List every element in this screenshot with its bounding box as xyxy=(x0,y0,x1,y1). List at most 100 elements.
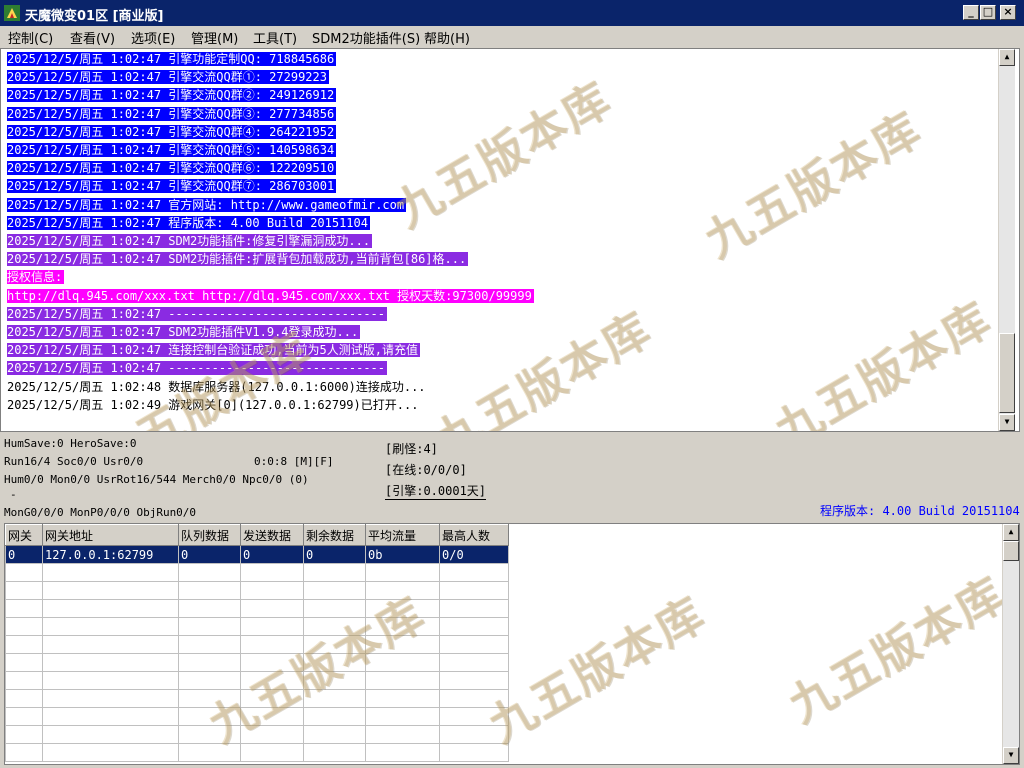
log-line: 2025/12/5/周五 1:02:47 引擎交流QQ群⑤: 140598634 xyxy=(7,141,337,159)
table-row-empty[interactable] xyxy=(5,599,509,618)
menu-sdm2-plugin[interactable]: SDM2功能插件(S) xyxy=(309,28,423,47)
table-cell xyxy=(439,599,509,618)
title-bar[interactable]: 天魔微变01区 [商业版] _ □ × xyxy=(0,0,1024,26)
table-cell xyxy=(178,671,241,690)
scroll-up-arrow-icon[interactable]: ▲ xyxy=(999,49,1015,66)
table-cell xyxy=(365,563,440,582)
table-row-empty[interactable] xyxy=(5,653,509,672)
table-cell: 0b xyxy=(365,545,440,564)
menu-control[interactable]: 控制(C) xyxy=(5,28,56,47)
log-scrollbar[interactable]: ▲ ▼ xyxy=(998,49,1015,431)
table-cell xyxy=(5,689,43,708)
log-line: 2025/12/5/周五 1:02:47 引擎交流QQ群③: 277734856 xyxy=(7,105,337,123)
grid-scrollbar[interactable]: ▲ ▼ xyxy=(1002,524,1019,764)
col-max-users[interactable]: 最高人数 xyxy=(439,524,509,546)
status-hum: Hum0/0 Mon0/0 UsrRot16/544 Merch0/0 Npc0… xyxy=(4,473,309,486)
status-online: [在线:0/0/0] xyxy=(385,463,467,477)
log-line: 2025/12/5/周五 1:02:47 SDM2功能插件V1.9.4登录成功.… xyxy=(7,323,361,341)
table-cell xyxy=(42,743,179,762)
scroll-thumb[interactable] xyxy=(999,333,1015,413)
gateway-grid[interactable]: 网关 网关地址 队列数据 发送数据 剩余数据 平均流量 最高人数 0 127.0.… xyxy=(4,523,1020,765)
table-cell xyxy=(42,563,179,582)
log-line-text: 2025/12/5/周五 1:02:47 SDM2功能插件:扩展背包加载成功,当… xyxy=(7,252,469,267)
log-line-text: 2025/12/5/周五 1:02:47 官方网站: http://www.ga… xyxy=(7,197,407,212)
table-cell xyxy=(42,599,179,618)
table-cell xyxy=(365,599,440,618)
log-panel[interactable]: 2025/12/5/周五 1:02:47 引擎功能定制QQ: 718845686… xyxy=(0,48,1020,432)
table-cell: 0 xyxy=(303,545,366,564)
col-gateway[interactable]: 网关 xyxy=(5,524,43,546)
log-line-text: http://dlq.945.com/xxx.txt http://dlq.94… xyxy=(7,288,534,303)
col-avg-traffic[interactable]: 平均流量 xyxy=(365,524,440,546)
table-cell xyxy=(42,635,179,654)
status-run: Run16/4 Soc0/0 Usr0/0 xyxy=(4,455,144,468)
table-cell xyxy=(303,617,366,636)
log-line: 2025/12/5/周五 1:02:47 连接控制台验证成功,当前为5人测试版,… xyxy=(7,341,420,359)
table-cell xyxy=(5,581,43,600)
table-row[interactable]: 0 127.0.0.1:62799 0 0 0 0b 0/0 xyxy=(5,545,509,564)
table-row-empty[interactable] xyxy=(5,563,509,582)
menu-help[interactable]: 帮助(H) xyxy=(421,28,473,47)
watermark-logo: 九五版本库 xyxy=(765,291,1000,432)
table-cell xyxy=(303,707,366,726)
log-line: 2025/12/5/周五 1:02:49 游戏网关[0](127.0.0.1:6… xyxy=(7,396,420,414)
col-queue[interactable]: 队列数据 xyxy=(178,524,241,546)
status-panel: HumSave:0 HeroSave:0 Run16/4 Soc0/0 Usr0… xyxy=(0,432,1024,522)
log-line: 2025/12/5/周五 1:02:47 官方网站: http://www.ga… xyxy=(7,196,407,214)
col-address[interactable]: 网关地址 xyxy=(42,524,179,546)
table-row-empty[interactable] xyxy=(5,581,509,600)
table-cell xyxy=(178,707,241,726)
minimize-button[interactable]: _ xyxy=(963,5,979,20)
log-line-text: 2025/12/5/周五 1:02:47 引擎交流QQ群④: 264221952 xyxy=(7,124,337,139)
menu-tools[interactable]: 工具(T) xyxy=(250,28,300,47)
log-line-text: 2025/12/5/周五 1:02:48 数据库服务器(127.0.0.1:60… xyxy=(7,379,426,394)
table-cell xyxy=(439,581,509,600)
log-line: 2025/12/5/周五 1:02:47 引擎交流QQ群⑦: 286703001 xyxy=(7,177,337,195)
scroll-up-arrow-icon[interactable]: ▲ xyxy=(1003,524,1019,541)
gateway-table: 网关 网关地址 队列数据 发送数据 剩余数据 平均流量 最高人数 0 127.0.… xyxy=(5,524,509,762)
col-remaining[interactable]: 剩余数据 xyxy=(303,524,366,546)
log-line-text: 2025/12/5/周五 1:02:47 SDM2功能插件:修复引擎漏洞成功..… xyxy=(7,234,373,248)
table-cell xyxy=(178,563,241,582)
table-cell: 0 xyxy=(240,545,304,564)
table-cell xyxy=(439,707,509,726)
scroll-thumb[interactable] xyxy=(1003,541,1019,561)
menu-options[interactable]: 选项(E) xyxy=(128,28,178,47)
col-sent[interactable]: 发送数据 xyxy=(240,524,304,546)
status-humsave: HumSave:0 HeroSave:0 xyxy=(4,437,137,450)
table-row-empty[interactable] xyxy=(5,689,509,708)
maximize-button[interactable]: □ xyxy=(980,5,996,20)
table-cell xyxy=(439,725,509,744)
table-cell xyxy=(240,599,304,618)
menu-manage[interactable]: 管理(M) xyxy=(188,28,241,47)
table-cell xyxy=(303,743,366,762)
table-cell xyxy=(365,617,440,636)
status-refresh: [刷怪:4] xyxy=(385,442,438,456)
table-cell xyxy=(365,707,440,726)
menu-view[interactable]: 查看(V) xyxy=(67,28,118,47)
table-cell xyxy=(240,743,304,762)
table-cell xyxy=(178,635,241,654)
table-cell xyxy=(42,581,179,600)
table-row-empty[interactable] xyxy=(5,635,509,654)
table-cell xyxy=(42,689,179,708)
status-mon: MonG0/0/0 MonP0/0/0 ObjRun0/0 xyxy=(4,506,197,519)
scroll-down-arrow-icon[interactable]: ▼ xyxy=(999,414,1015,431)
table-row-empty[interactable] xyxy=(5,707,509,726)
table-row-empty[interactable] xyxy=(5,617,509,636)
log-line: 2025/12/5/周五 1:02:47 -------------------… xyxy=(7,305,388,323)
table-cell xyxy=(178,581,241,600)
table-row-empty[interactable] xyxy=(5,671,509,690)
table-cell xyxy=(178,689,241,708)
table-cell xyxy=(5,635,43,654)
close-button[interactable]: × xyxy=(1000,5,1016,20)
log-line: 2025/12/5/周五 1:02:47 引擎交流QQ群②: 249126912 xyxy=(7,86,337,104)
table-cell xyxy=(439,617,509,636)
table-header-row: 网关 网关地址 队列数据 发送数据 剩余数据 平均流量 最高人数 xyxy=(5,524,509,546)
table-cell xyxy=(178,725,241,744)
table-cell xyxy=(365,671,440,690)
table-row-empty[interactable] xyxy=(5,725,509,744)
scroll-down-arrow-icon[interactable]: ▼ xyxy=(1003,747,1019,764)
table-cell xyxy=(303,689,366,708)
table-row-empty[interactable] xyxy=(5,743,509,762)
